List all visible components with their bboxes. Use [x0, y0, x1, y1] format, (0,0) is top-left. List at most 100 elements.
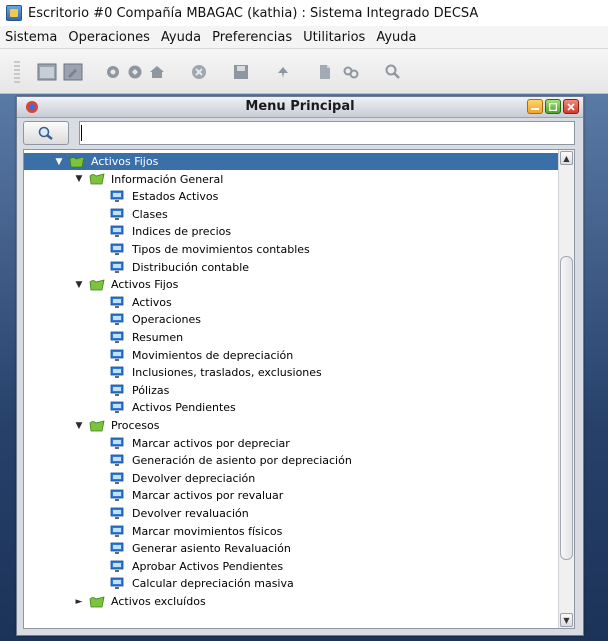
text-caret [81, 125, 82, 141]
tree-item[interactable]: Inclusiones, traslados, exclusiones [24, 364, 558, 381]
tree-label: Movimientos de depreciación [132, 348, 294, 362]
link-icon[interactable] [340, 61, 362, 83]
tree-item[interactable]: Operaciones [24, 311, 558, 328]
collapse-arrow-icon[interactable]: ▼ [74, 421, 84, 431]
tree-label: Activos excluídos [111, 595, 206, 608]
pin-icon[interactable] [272, 61, 294, 83]
scroll-thumb[interactable] [560, 256, 573, 560]
menu-tree-panel: ▼ Activos Fijos ▼ Información General Estado… [23, 149, 575, 629]
tree-label: Calcular depreciación masiva [132, 577, 294, 591]
tree-folder[interactable]: ▼ Activos Fijos [24, 153, 558, 170]
app-window-icon [6, 5, 22, 21]
tree-item[interactable]: Pólizas [24, 382, 558, 399]
stop-icon[interactable] [188, 61, 210, 83]
screen-icon [110, 524, 126, 538]
menu-bar: Sistema Operaciones Ayuda Preferencias U… [0, 26, 608, 48]
tree-item[interactable]: Devolver depreciación [24, 470, 558, 487]
screen-icon [110, 331, 126, 345]
vertical-scrollbar[interactable]: ▲ ▼ [558, 150, 574, 628]
tree-folder[interactable]: ► Activos excluídos [24, 593, 558, 610]
scroll-down-button[interactable]: ▼ [560, 613, 573, 627]
maximize-icon [549, 102, 557, 111]
gear-icon[interactable] [102, 61, 124, 83]
tree-label: Resumen [132, 331, 184, 344]
tree-label: Devolver revaluación [132, 507, 249, 520]
save-icon[interactable] [230, 61, 252, 83]
search-icon[interactable] [382, 61, 404, 83]
tree-label: Inclusiones, traslados, exclusiones [132, 366, 322, 380]
screen-icon [110, 366, 126, 380]
menu-preferencias[interactable]: Preferencias [207, 30, 298, 45]
tree-label: Marcar activos por revaluar [132, 489, 284, 503]
screen-icon [110, 401, 126, 415]
tree-item[interactable]: Tipos de movimientos contables [24, 241, 558, 258]
tree-item[interactable]: Marcar movimientos físicos [24, 523, 558, 540]
tree-item[interactable]: Calcular depreciación masiva [24, 575, 558, 592]
close-icon [567, 102, 575, 111]
tree-item[interactable]: Aprobar Activos Pendientes [24, 558, 558, 575]
menu-operaciones[interactable]: Operaciones [63, 30, 156, 45]
window-controls [527, 99, 579, 114]
screen-icon [110, 436, 126, 450]
expand-arrow-icon[interactable]: ► [74, 597, 84, 607]
screen-icon [110, 577, 126, 591]
window-title-bar[interactable]: Menu Principal [17, 97, 583, 118]
tree-item[interactable]: Activos [24, 294, 558, 311]
toolbar-grip[interactable] [14, 61, 20, 83]
menu-ayuda[interactable]: Ayuda [156, 30, 207, 45]
window-title: Menu Principal [245, 99, 355, 114]
minimize-button[interactable] [527, 99, 543, 114]
screen-icon [110, 454, 126, 468]
tree-label: Información General [111, 172, 224, 186]
tree-label: Activos Fijos [91, 155, 159, 168]
scroll-up-button[interactable]: ▲ [560, 151, 573, 165]
tree-folder[interactable]: ▼ Procesos [24, 417, 558, 434]
tree-item[interactable]: Activos Pendientes [24, 399, 558, 416]
settings-icon[interactable] [124, 61, 146, 83]
tree-item[interactable]: Estados Activos [24, 188, 558, 205]
menu-principal-window: Menu Principal ▼ Activos Fijos ▼ Informació… [16, 96, 584, 636]
toolbar [0, 48, 608, 94]
document-icon[interactable] [314, 61, 336, 83]
tree-label: Marcar activos por depreciar [132, 436, 290, 450]
search-button[interactable] [23, 121, 69, 145]
tree-item[interactable]: Marcar activos por depreciar [24, 435, 558, 452]
home-icon[interactable] [146, 61, 168, 83]
folder-icon [89, 595, 105, 609]
tree-label: Generar asiento Revaluación [132, 542, 291, 556]
close-button[interactable] [563, 99, 579, 114]
tree-item[interactable]: Clases [24, 206, 558, 223]
collapse-arrow-icon[interactable]: ▼ [74, 174, 84, 184]
tree-item[interactable]: Indices de precios [24, 223, 558, 240]
tree-label: Pólizas [132, 383, 170, 397]
search-input[interactable] [79, 121, 575, 145]
window-icon[interactable] [36, 61, 58, 83]
tree-item[interactable]: Resumen [24, 329, 558, 346]
collapse-arrow-icon[interactable]: ▼ [54, 157, 64, 167]
menu-utilitarios[interactable]: Utilitarios [298, 30, 371, 45]
tree-label: Activos [132, 295, 172, 309]
window-edit-icon[interactable] [62, 61, 84, 83]
maximize-button[interactable] [545, 99, 561, 114]
collapse-arrow-icon[interactable]: ▼ [74, 280, 84, 290]
tree-folder[interactable]: ▼ Información General [24, 171, 558, 188]
screen-icon [110, 489, 126, 503]
screen-icon [110, 542, 126, 556]
menu-ayuda-2[interactable]: Ayuda [371, 30, 422, 45]
tree-item[interactable]: Generación de asiento por depreciación [24, 452, 558, 469]
screen-icon [110, 190, 126, 204]
tree-label: Clases [132, 207, 168, 221]
screen-icon [110, 207, 126, 221]
folder-icon [89, 419, 105, 433]
tree-item[interactable]: Distribución contable [24, 259, 558, 276]
tree-item[interactable]: Marcar activos por revaluar [24, 487, 558, 504]
tree-folder[interactable]: ▼ Activos Fijos [24, 276, 558, 293]
tree-label: Indices de precios [132, 225, 232, 239]
tree-item[interactable]: Movimientos de depreciación [24, 347, 558, 364]
tree-item[interactable]: Devolver revaluación [24, 505, 558, 522]
minimize-icon [531, 107, 539, 110]
tree-item[interactable]: Generar asiento Revaluación [24, 540, 558, 557]
menu-sistema[interactable]: Sistema [0, 30, 63, 45]
screen-icon [110, 295, 126, 309]
screen-icon [110, 383, 126, 397]
